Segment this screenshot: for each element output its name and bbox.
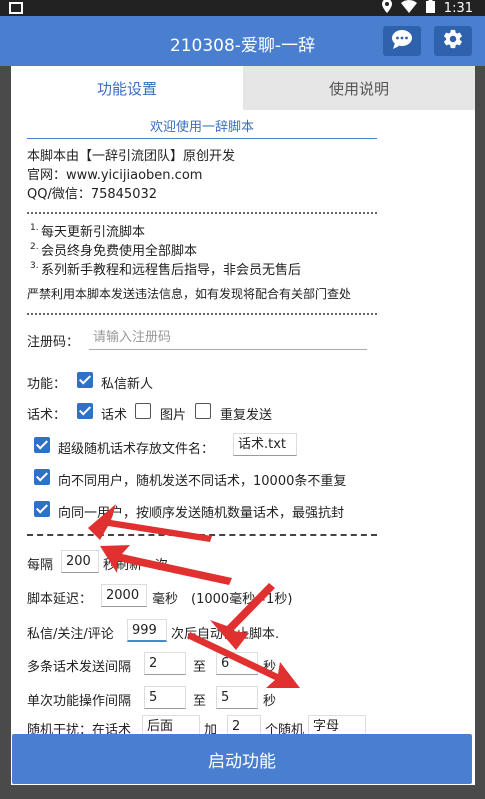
private-message-label: 私信新人 xyxy=(101,377,154,392)
welcome-heading: 欢迎使用一辞脚本 xyxy=(27,116,377,139)
divider xyxy=(27,313,377,315)
single-interval-to-input[interactable]: 5 xyxy=(216,686,258,709)
wifi-icon xyxy=(400,0,417,17)
single-interval-unit: 秒 xyxy=(263,694,277,709)
battery-icon xyxy=(425,0,435,17)
registration-label: 注册码： xyxy=(27,335,80,350)
divider xyxy=(27,534,377,536)
note-number: 1. xyxy=(30,223,39,233)
script-label: 话术： xyxy=(27,408,67,423)
script-delay-input[interactable]: 2000 xyxy=(101,584,147,607)
single-interval-to-label: 至 xyxy=(193,694,207,709)
same-user-label: 向同一用户，按顺序发送随机数量话术，最强抗封 xyxy=(58,506,345,521)
intro-contact: QQ/微信：75845032 xyxy=(27,187,158,202)
note-number: 2. xyxy=(30,242,39,252)
interval-suffix: 秒刷新一次 xyxy=(103,558,169,573)
note-number: 3. xyxy=(30,261,39,271)
note-3: 系列新手教程和远程售后指导，非会员无售后 xyxy=(41,263,302,278)
tab-bar: 功能设置 使用说明 xyxy=(11,66,475,110)
settings-button[interactable] xyxy=(434,26,472,56)
refresh-interval-input[interactable]: 200 xyxy=(61,550,99,573)
multi-interval-unit: 秒 xyxy=(263,660,277,675)
multi-interval-to-input[interactable]: 6 xyxy=(216,652,258,675)
script-text-checkbox[interactable] xyxy=(77,403,93,419)
registration-code-input[interactable]: 请输入注册码 xyxy=(89,328,367,350)
different-users-label: 向不同用户，随机发送不同话术，10000条不重复 xyxy=(58,474,347,489)
notification-icon xyxy=(9,2,23,14)
stop-label: 私信/关注/评论 xyxy=(27,627,114,642)
script-text-label: 话术 xyxy=(101,408,128,423)
status-bar: 1:31 xyxy=(0,0,485,16)
delay-unit: 毫秒 xyxy=(152,592,179,607)
delay-label: 脚本延迟： xyxy=(27,592,93,607)
divider xyxy=(27,212,377,214)
private-message-checkbox[interactable] xyxy=(77,372,93,388)
delay-note: (1000毫秒=1秒) xyxy=(191,592,293,607)
intro-line-1: 本脚本由【一辞引流团队】原创开发 xyxy=(27,149,236,164)
single-interval-from-input[interactable]: 5 xyxy=(144,686,186,709)
chat-bubble-icon xyxy=(391,29,413,53)
multi-interval-label: 多条话术发送间隔 xyxy=(27,660,132,675)
interval-prefix: 每隔 xyxy=(27,558,54,573)
single-interval-label: 单次功能操作间隔 xyxy=(27,694,132,709)
gear-icon xyxy=(442,28,464,54)
location-icon xyxy=(381,0,392,17)
warning-text: 严禁利用本脚本发送违法信息，如有发现将配合有关部门查处 xyxy=(27,287,352,301)
chat-button[interactable] xyxy=(383,26,421,56)
super-random-label: 超级随机话术存放文件名： xyxy=(58,442,215,457)
stop-count-input[interactable]: 999 xyxy=(127,619,167,642)
image-label: 图片 xyxy=(160,408,187,423)
repeat-send-label: 重复发送 xyxy=(220,408,273,423)
stop-suffix: 次后自动停止脚本. xyxy=(171,627,280,642)
title-bar: 210308-爱聊-一辞 xyxy=(0,16,485,66)
function-label: 功能： xyxy=(27,377,67,392)
same-user-checkbox[interactable] xyxy=(34,501,50,517)
image-checkbox[interactable] xyxy=(135,403,151,419)
tab-function-settings[interactable]: 功能设置 xyxy=(11,66,243,110)
bottom-strip xyxy=(0,785,485,799)
repeat-send-checkbox[interactable] xyxy=(195,403,211,419)
multi-interval-from-input[interactable]: 2 xyxy=(144,652,186,675)
main-panel: 功能设置 使用说明 欢迎使用一辞脚本 本脚本由【一辞引流团队】原创开发 官网：w… xyxy=(11,66,475,799)
note-1: 每天更新引流脚本 xyxy=(41,225,146,240)
status-time: 1:31 xyxy=(443,0,473,16)
start-button[interactable]: 启动功能 xyxy=(12,734,472,784)
super-random-checkbox[interactable] xyxy=(34,437,50,453)
tab-instructions[interactable]: 使用说明 xyxy=(243,66,475,110)
script-filename-input[interactable]: 话术.txt xyxy=(233,433,297,456)
note-2: 会员终身免费使用全部脚本 xyxy=(41,244,198,259)
different-users-checkbox[interactable] xyxy=(34,469,50,485)
intro-website: 官网：www.yicijiaoben.com xyxy=(27,168,203,183)
multi-interval-to-label: 至 xyxy=(193,660,207,675)
